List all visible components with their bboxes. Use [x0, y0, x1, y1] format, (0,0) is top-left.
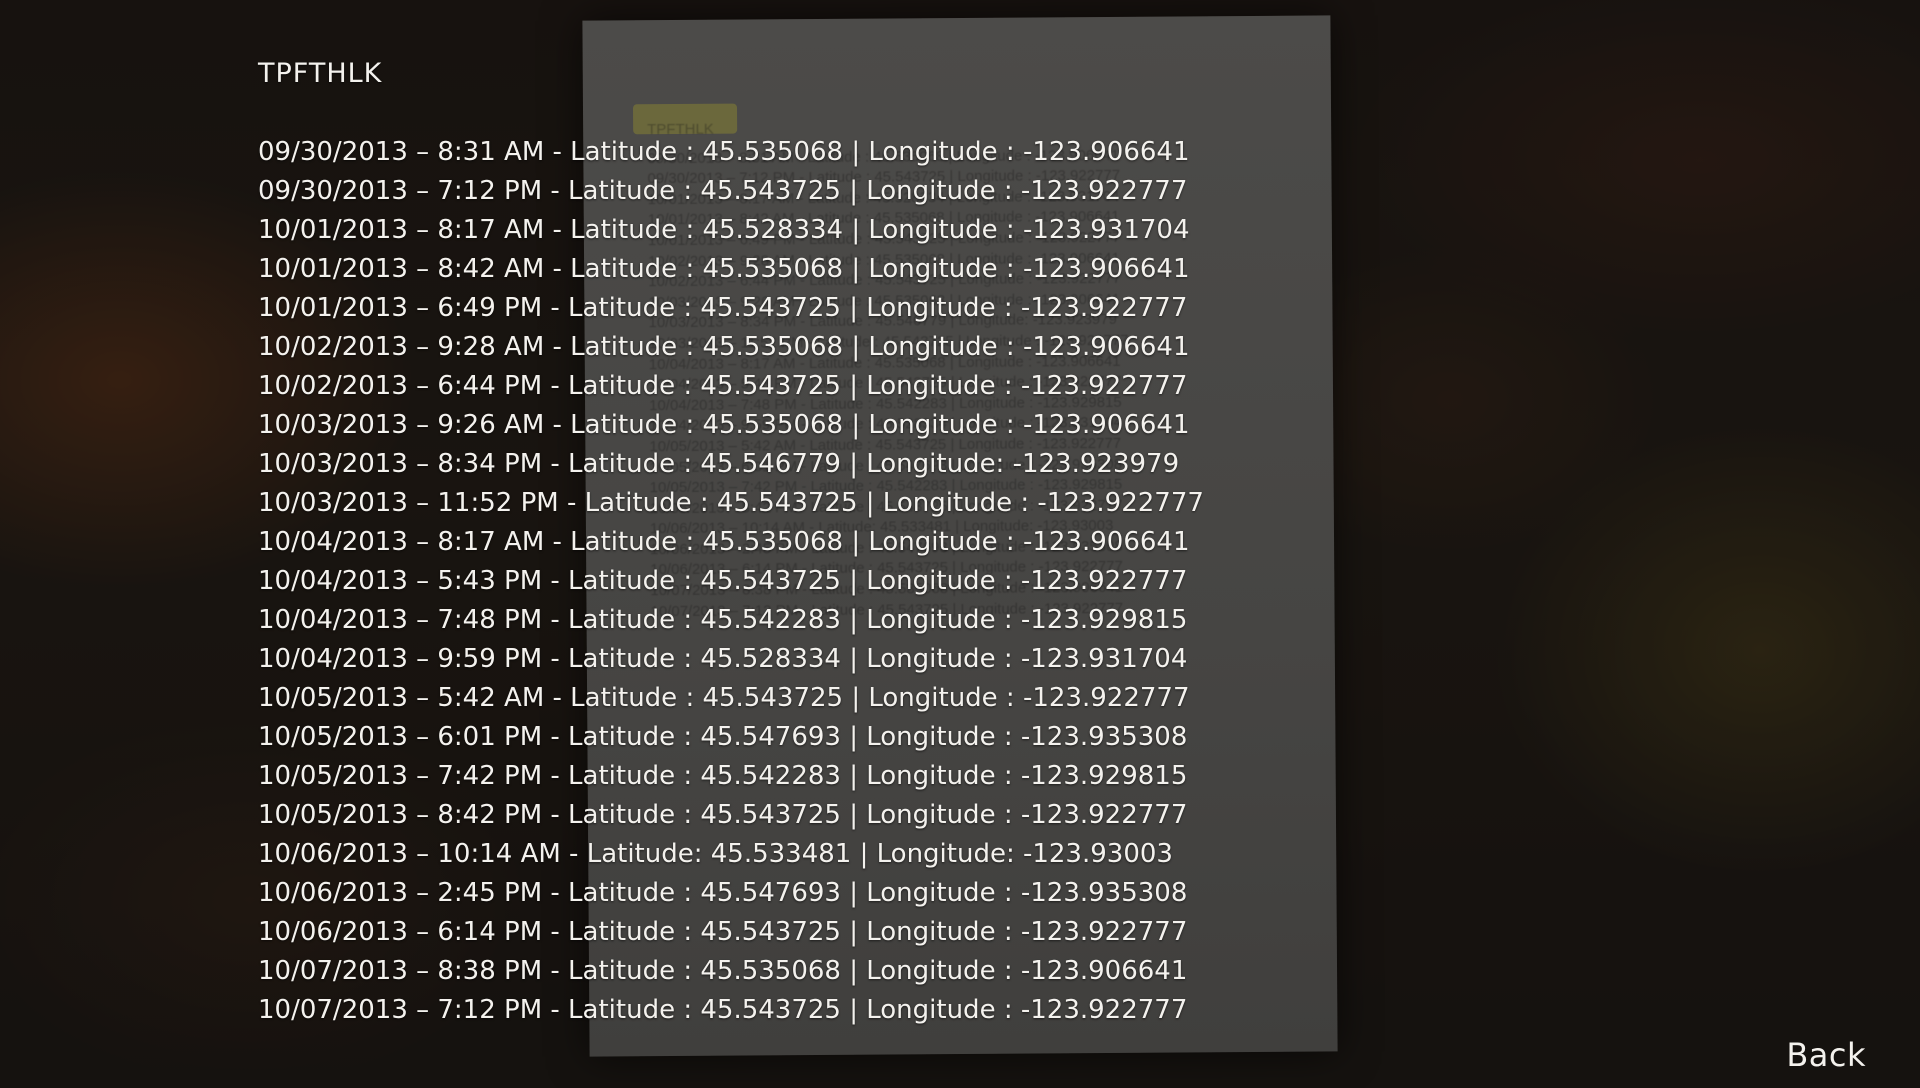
- location-log-entry: 09/30/2013 – 8:31 AM - Latitude : 45.535…: [258, 137, 1190, 167]
- document-transcript: TPFTHLK 09/30/2013 – 8:31 AM - Latitude …: [258, 54, 1204, 1030]
- location-log-entry: 10/04/2013 – 9:59 PM - Latitude : 45.528…: [258, 644, 1188, 674]
- location-log-entry: 10/04/2013 – 8:17 AM - Latitude : 45.535…: [258, 527, 1190, 557]
- document-title: TPFTHLK: [258, 58, 383, 89]
- location-log-entry: 10/06/2013 – 10:14 AM - Latitude: 45.533…: [258, 839, 1173, 869]
- location-log-list: 09/30/2013 – 8:31 AM - Latitude : 45.535…: [258, 133, 1204, 1030]
- location-log-entry: 10/05/2013 – 6:01 PM - Latitude : 45.547…: [258, 722, 1188, 752]
- location-log-entry: 10/05/2013 – 8:42 PM - Latitude : 45.543…: [258, 800, 1188, 830]
- location-log-entry: 10/06/2013 – 6:14 PM - Latitude : 45.543…: [258, 917, 1188, 947]
- location-log-entry: 10/07/2013 – 7:12 PM - Latitude : 45.543…: [258, 995, 1188, 1025]
- location-log-entry: 10/04/2013 – 7:48 PM - Latitude : 45.542…: [258, 605, 1188, 635]
- location-log-entry: 10/01/2013 – 8:17 AM - Latitude : 45.528…: [258, 215, 1190, 245]
- location-log-entry: 10/03/2013 – 9:26 AM - Latitude : 45.535…: [258, 410, 1190, 440]
- location-log-entry: 10/03/2013 – 11:52 PM - Latitude : 45.54…: [258, 488, 1204, 518]
- location-log-entry: 10/05/2013 – 7:42 PM - Latitude : 45.542…: [258, 761, 1188, 791]
- location-log-entry: 10/04/2013 – 5:43 PM - Latitude : 45.543…: [258, 566, 1188, 596]
- location-log-entry: 10/07/2013 – 8:38 PM - Latitude : 45.535…: [258, 956, 1188, 986]
- location-log-entry: 10/02/2013 – 9:28 AM - Latitude : 45.535…: [258, 332, 1190, 362]
- back-button[interactable]: Back: [1786, 1036, 1866, 1074]
- location-log-entry: 09/30/2013 – 7:12 PM - Latitude : 45.543…: [258, 176, 1188, 206]
- location-log-entry: 10/01/2013 – 6:49 PM - Latitude : 45.543…: [258, 293, 1188, 323]
- location-log-entry: 10/03/2013 – 8:34 PM - Latitude : 45.546…: [258, 449, 1180, 479]
- location-log-entry: 10/01/2013 – 8:42 AM - Latitude : 45.535…: [258, 254, 1190, 284]
- document-viewer-screen: TPFTHLK 09/30/2013 – 8:31 AM - Latitude :…: [0, 0, 1920, 1088]
- location-log-entry: 10/05/2013 – 5:42 AM - Latitude : 45.543…: [258, 683, 1190, 713]
- location-log-entry: 10/02/2013 – 6:44 PM - Latitude : 45.543…: [258, 371, 1188, 401]
- location-log-entry: 10/06/2013 – 2:45 PM - Latitude : 45.547…: [258, 878, 1188, 908]
